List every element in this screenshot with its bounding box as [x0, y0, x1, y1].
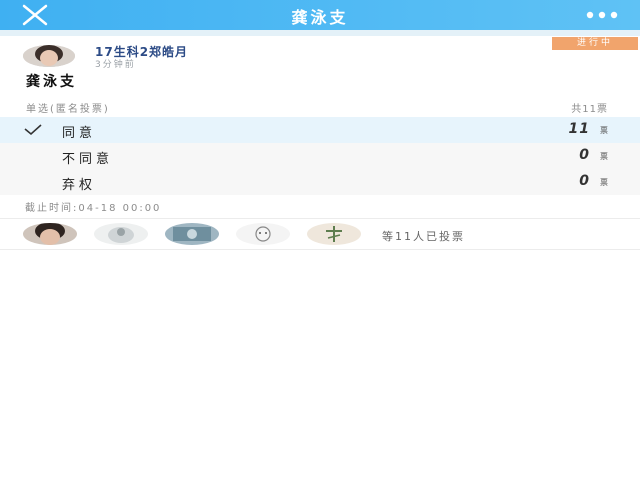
option-label: 同意 [62, 126, 97, 141]
option-label: 弃权 [62, 178, 97, 193]
option-count: 0 [579, 173, 590, 189]
vote-title: 龚泳支 [26, 74, 77, 90]
option-unit: 票 [600, 126, 608, 135]
deadline-text: 截止时间:04-18 00:00 [25, 203, 162, 214]
total-votes: 共11票 [571, 104, 608, 115]
option-unit: 票 [600, 178, 608, 187]
option-count: 11 [568, 121, 590, 137]
option-unit: 票 [600, 152, 608, 161]
vote-option-agree[interactable]: 同意 11 票 [0, 117, 640, 143]
voters-summary[interactable]: 等11人已投票 [382, 228, 465, 244]
voter-avatar[interactable] [94, 223, 148, 245]
page-title: 龚泳支 [291, 8, 349, 27]
voter-avatar[interactable] [165, 223, 219, 245]
divider [0, 218, 640, 219]
post-time: 3分钟前 [95, 60, 136, 70]
title-bar: 龚泳支 [0, 0, 640, 30]
vote-type: 单选(匿名投票) [26, 104, 110, 115]
voter-avatar[interactable] [23, 223, 77, 245]
option-count: 0 [579, 147, 590, 163]
option-label: 不同意 [62, 152, 114, 167]
vote-option-abstain[interactable]: 弃权 0 票 [0, 169, 640, 195]
header-divider [0, 30, 640, 36]
vote-option-disagree[interactable]: 不同意 0 票 [0, 143, 640, 169]
checkmark-icon [24, 124, 42, 136]
author-avatar[interactable] [23, 45, 75, 67]
more-icon [586, 11, 618, 19]
voter-avatar[interactable] [307, 223, 361, 245]
divider [0, 249, 640, 250]
voter-avatar[interactable] [236, 223, 290, 245]
more-button[interactable] [580, 2, 628, 28]
status-badge: 进行中 [552, 37, 638, 50]
